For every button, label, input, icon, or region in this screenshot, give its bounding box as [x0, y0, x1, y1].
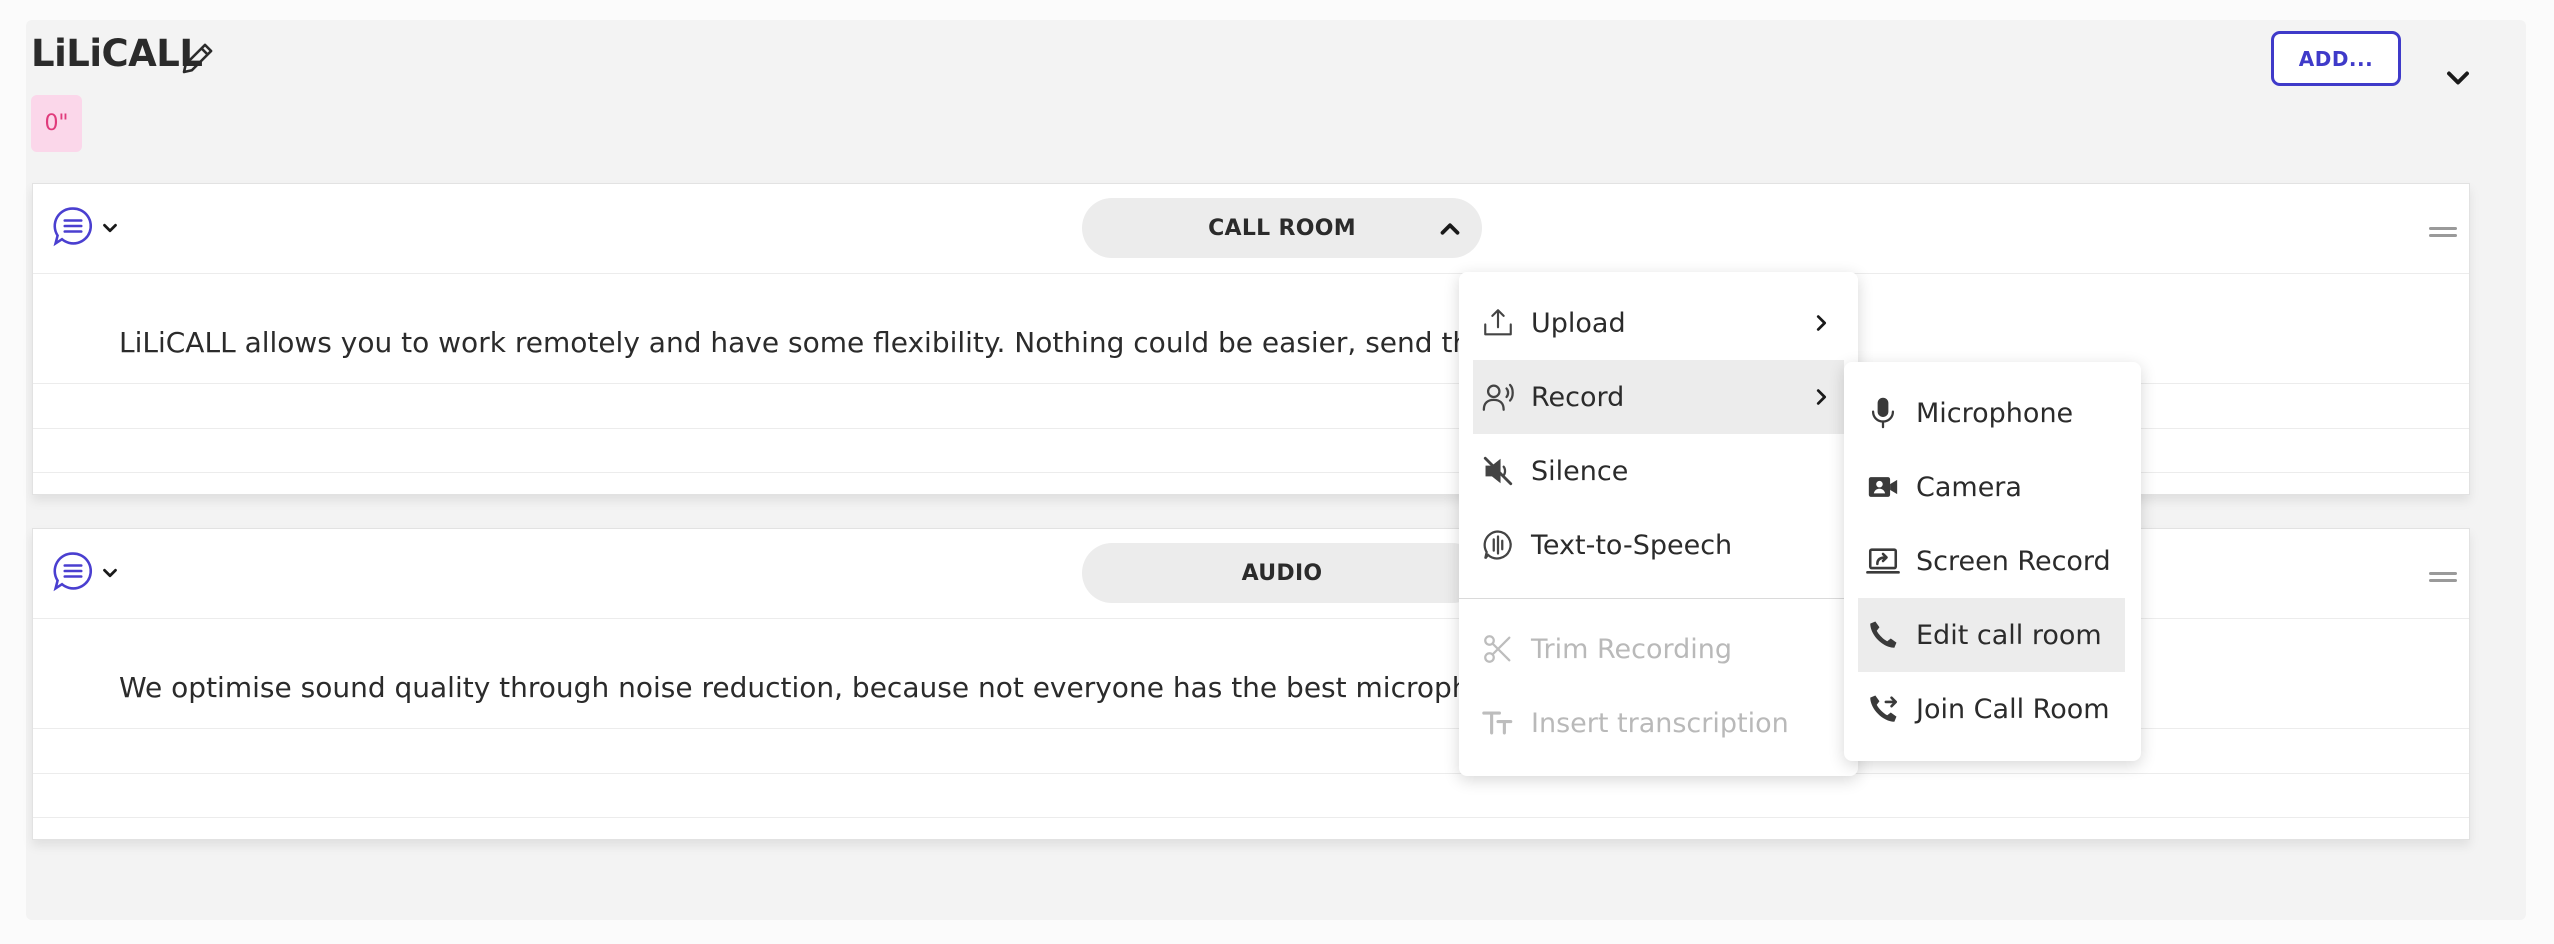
menu-item-insert-transcription: Insert transcription: [1473, 686, 1844, 760]
submenu-item-microphone[interactable]: Microphone: [1858, 376, 2125, 450]
message-icon[interactable]: [51, 549, 95, 593]
camera-icon: [1868, 477, 1898, 497]
menu-item-record[interactable]: Record: [1473, 360, 1844, 434]
phone-icon: [1870, 621, 1897, 648]
divider-line: [33, 817, 2469, 818]
submenu-item-edit-call-room[interactable]: Edit call room: [1858, 598, 2125, 672]
menu-item-upload[interactable]: Upload: [1473, 286, 1844, 360]
microphone-icon: [1871, 397, 1895, 429]
message-icon[interactable]: [51, 204, 95, 248]
chevron-right-icon: [1816, 315, 1827, 331]
record-icon: [1482, 383, 1514, 411]
menu-item-silence[interactable]: Silence: [1473, 434, 1844, 508]
submenu-item-join-call-room[interactable]: Join Call Room: [1858, 672, 2125, 746]
add-button[interactable]: ADD...: [2271, 31, 2401, 86]
mute-icon: [1483, 456, 1513, 486]
submenu-item-label: Screen Record: [1916, 545, 2111, 577]
menu-divider: [1459, 598, 1858, 599]
submenu-item-camera[interactable]: Camera: [1858, 450, 2125, 524]
record-submenu: Microphone Camera Screen Record Edit cal…: [1844, 362, 2141, 761]
drag-handle-icon[interactable]: [2429, 227, 2457, 237]
upload-icon: [1484, 309, 1512, 336]
chevron-down-icon[interactable]: [99, 562, 121, 584]
speech-icon: [1483, 530, 1512, 560]
menu-item-label: Trim Recording: [1531, 633, 1733, 665]
divider-line: [33, 773, 2469, 774]
text-icon: [1482, 711, 1513, 735]
screen-record-icon: [1866, 548, 1900, 574]
scissors-icon: [1484, 635, 1511, 663]
phone-forward-icon: [1870, 695, 1898, 722]
collapse-chevron-icon[interactable]: [2440, 60, 2476, 96]
menu-item-label: Upload: [1531, 307, 1626, 339]
card-body-text[interactable]: LiLiCALL allows you to work remotely and…: [119, 326, 1487, 359]
submenu-item-label: Join Call Room: [1916, 693, 2110, 725]
chevron-down-icon[interactable]: [99, 217, 121, 239]
edit-title-icon[interactable]: [177, 37, 219, 79]
drag-handle-icon[interactable]: [2429, 572, 2457, 582]
submenu-item-label: Microphone: [1916, 397, 2074, 429]
submenu-item-label: Camera: [1916, 471, 2022, 503]
submenu-item-screen-record[interactable]: Screen Record: [1858, 524, 2125, 598]
menu-item-label: Insert transcription: [1531, 707, 1789, 739]
chevron-up-icon[interactable]: [1435, 214, 1465, 244]
section-type-selector[interactable]: CALL ROOM: [1082, 198, 1482, 258]
card-header: CALL ROOM: [33, 184, 2469, 274]
menu-item-label: Silence: [1531, 455, 1629, 487]
card-body-text[interactable]: We optimise sound quality through noise …: [119, 671, 1470, 704]
duration-badge: 0": [31, 95, 82, 152]
chevron-right-icon: [1816, 389, 1827, 405]
submenu-item-label: Edit call room: [1916, 619, 2102, 651]
menu-item-trim-recording: Trim Recording: [1473, 612, 1844, 686]
menu-item-label: Record: [1531, 381, 1625, 413]
section-type-selector[interactable]: AUDIO: [1082, 543, 1482, 603]
insert-menu: Upload Record Silence Text-to-Speech Tri…: [1459, 272, 1858, 776]
menu-item-text-to-speech[interactable]: Text-to-Speech: [1473, 508, 1844, 582]
menu-item-label: Text-to-Speech: [1531, 529, 1733, 561]
